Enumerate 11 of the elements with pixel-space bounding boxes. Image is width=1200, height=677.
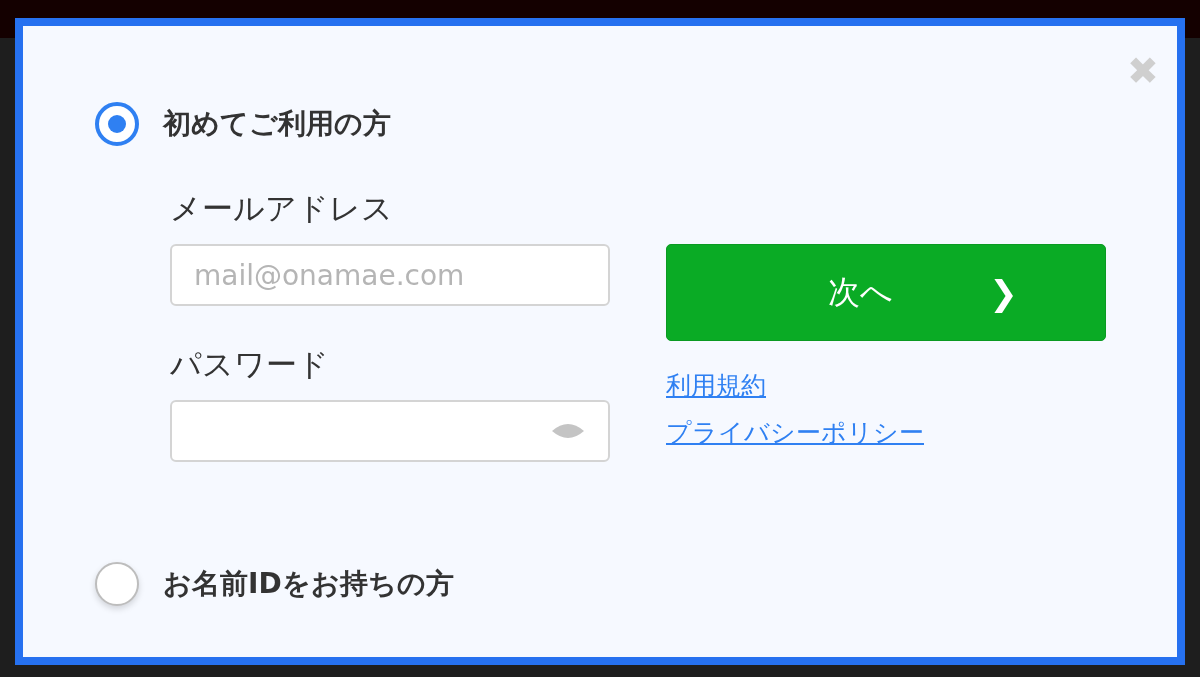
field-label: パスワード [170,345,330,384]
radio-button[interactable] [95,102,139,146]
next-button[interactable]: 次へ ❯ [666,244,1106,341]
option-label: お名前IDをお持ちの方 [163,566,454,602]
radio-button[interactable] [95,562,139,606]
link[interactable]: プライバシーポリシー [666,416,924,449]
email-field[interactable]: mail@onamae.com [170,244,610,306]
field-label: メールアドレス [170,189,394,228]
password-field[interactable] [170,400,610,462]
option-label: 初めてご利用の方 [163,106,391,142]
link[interactable]: 利用規約 [666,369,766,402]
